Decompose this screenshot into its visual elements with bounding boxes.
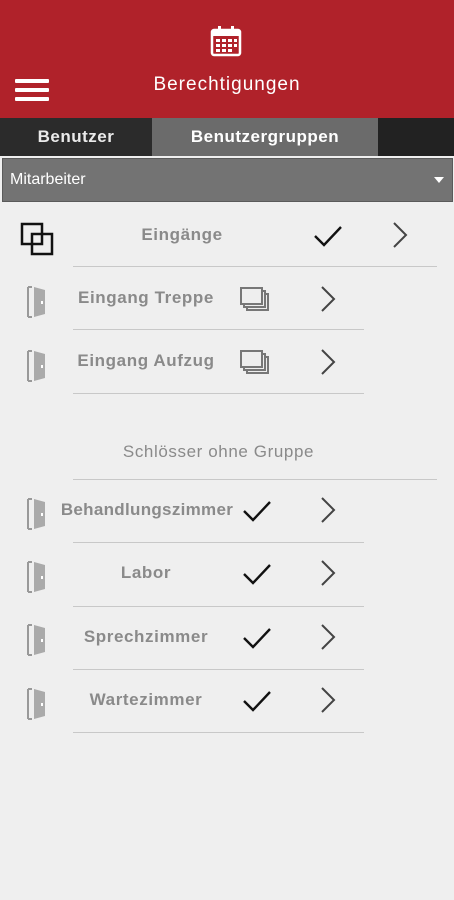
chevron-right-icon[interactable]: [320, 348, 336, 376]
tab-benutzer[interactable]: Benutzer: [0, 118, 152, 156]
divider: [73, 606, 364, 607]
checkmark-icon: [314, 226, 342, 247]
caret-down-icon: [434, 177, 444, 183]
page-title: Berechtigungen: [153, 74, 301, 95]
list-item-label: Eingang Treppe: [78, 288, 214, 307]
checkmark-icon: [243, 564, 271, 585]
multi-copy-icon[interactable]: [240, 287, 270, 313]
list-item-label: Wartezimmer: [89, 690, 203, 709]
chevron-right-icon[interactable]: [320, 496, 336, 524]
divider: [73, 393, 364, 394]
app-header: Berechtigungen: [0, 0, 454, 118]
group-select[interactable]: Mitarbeiter: [2, 158, 453, 202]
lock-group-icon: [20, 222, 54, 256]
section-heading: Schlösser ohne Gruppe: [122, 442, 315, 461]
checkmark-icon: [243, 501, 271, 522]
list-item-label: Behandlungszimmer: [60, 500, 234, 519]
chevron-right-icon[interactable]: [320, 285, 336, 313]
door-icon: [27, 350, 45, 382]
checkmark-icon: [243, 691, 271, 712]
tab-bar: Benutzer Benutzergruppen: [0, 118, 454, 156]
chevron-right-icon[interactable]: [320, 623, 336, 651]
divider: [73, 479, 437, 480]
divider: [73, 669, 364, 670]
calendar-icon: [210, 26, 242, 57]
multi-copy-icon[interactable]: [240, 350, 270, 376]
door-icon: [27, 561, 45, 593]
door-icon: [27, 688, 45, 720]
divider: [73, 542, 364, 543]
chevron-right-icon[interactable]: [392, 221, 408, 249]
chevron-right-icon[interactable]: [320, 559, 336, 587]
divider: [73, 266, 437, 267]
group-select-value: Mitarbeiter: [10, 171, 86, 188]
group-label: Eingänge: [141, 225, 223, 244]
door-icon: [27, 286, 45, 318]
list-item-label: Labor: [120, 563, 172, 582]
chevron-right-icon[interactable]: [320, 686, 336, 714]
door-icon: [27, 498, 45, 530]
tab-benutzergruppen[interactable]: Benutzergruppen: [152, 118, 378, 156]
door-icon: [27, 624, 45, 656]
list-item-label: Eingang Aufzug: [77, 351, 215, 370]
checkmark-icon: [243, 628, 271, 649]
divider: [73, 329, 364, 330]
divider: [73, 732, 364, 733]
list-item-label: Sprechzimmer: [83, 627, 209, 646]
